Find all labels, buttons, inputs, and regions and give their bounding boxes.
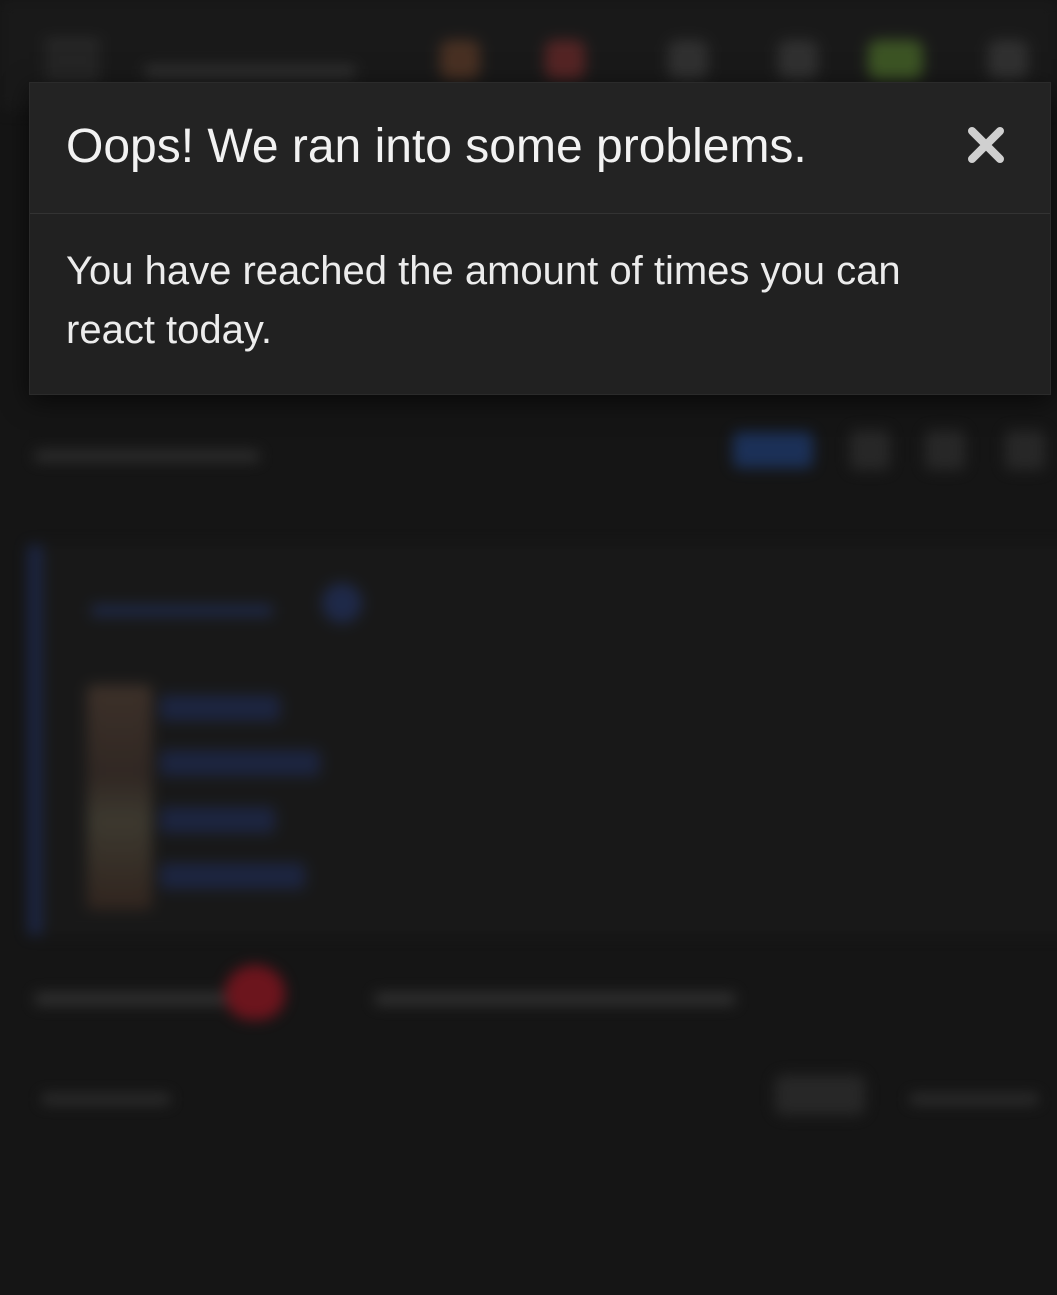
badge-icon: [868, 40, 923, 80]
close-button[interactable]: [964, 123, 1008, 167]
dialog-body: You have reached the amount of times you…: [30, 214, 1050, 394]
menu-icon: [45, 40, 100, 80]
notification-icon: [545, 40, 585, 80]
report-link: ▬▬▬▬: [42, 1075, 170, 1111]
search-icon: [988, 40, 1028, 80]
quoted-line: [160, 750, 320, 776]
dialog-header: Oops! We ran into some problems.: [30, 83, 1050, 214]
avatar-icon: [440, 40, 480, 80]
bookmark-icon: [925, 430, 965, 470]
quote-author: ▬▬▬▬▬: [92, 583, 272, 624]
post-timestamp: ▬▬▬▬▬▬▬: [35, 432, 259, 468]
post-body: ▬▬▬▬▬▬ ▬▬▬▬▬▬▬▬▬: [35, 970, 736, 1014]
more-icon: [1005, 430, 1045, 470]
quoted-line: [160, 863, 305, 889]
dialog-title: Oops! We ran into some problems.: [66, 120, 807, 173]
edit-icon: [778, 40, 818, 80]
share-icon: [850, 430, 890, 470]
like-button: [775, 1075, 865, 1115]
quoted-post: ▬▬▬▬▬: [28, 545, 1057, 935]
error-dialog: Oops! We ran into some problems. You hav…: [29, 82, 1051, 395]
quote-expand-icon: [322, 583, 362, 623]
heart-emoji-icon: [225, 965, 285, 1020]
reply-link: ▬▬▬▬: [910, 1075, 1038, 1111]
dialog-message: You have reached the amount of times you…: [66, 249, 901, 352]
home-icon: [668, 40, 708, 80]
site-title: ▬▬▬▬▬: [145, 40, 355, 87]
close-icon: [968, 127, 1004, 163]
quoted-image: [87, 685, 152, 910]
quoted-line: [160, 695, 280, 721]
new-badge: [733, 432, 813, 468]
quoted-line: [160, 807, 275, 833]
